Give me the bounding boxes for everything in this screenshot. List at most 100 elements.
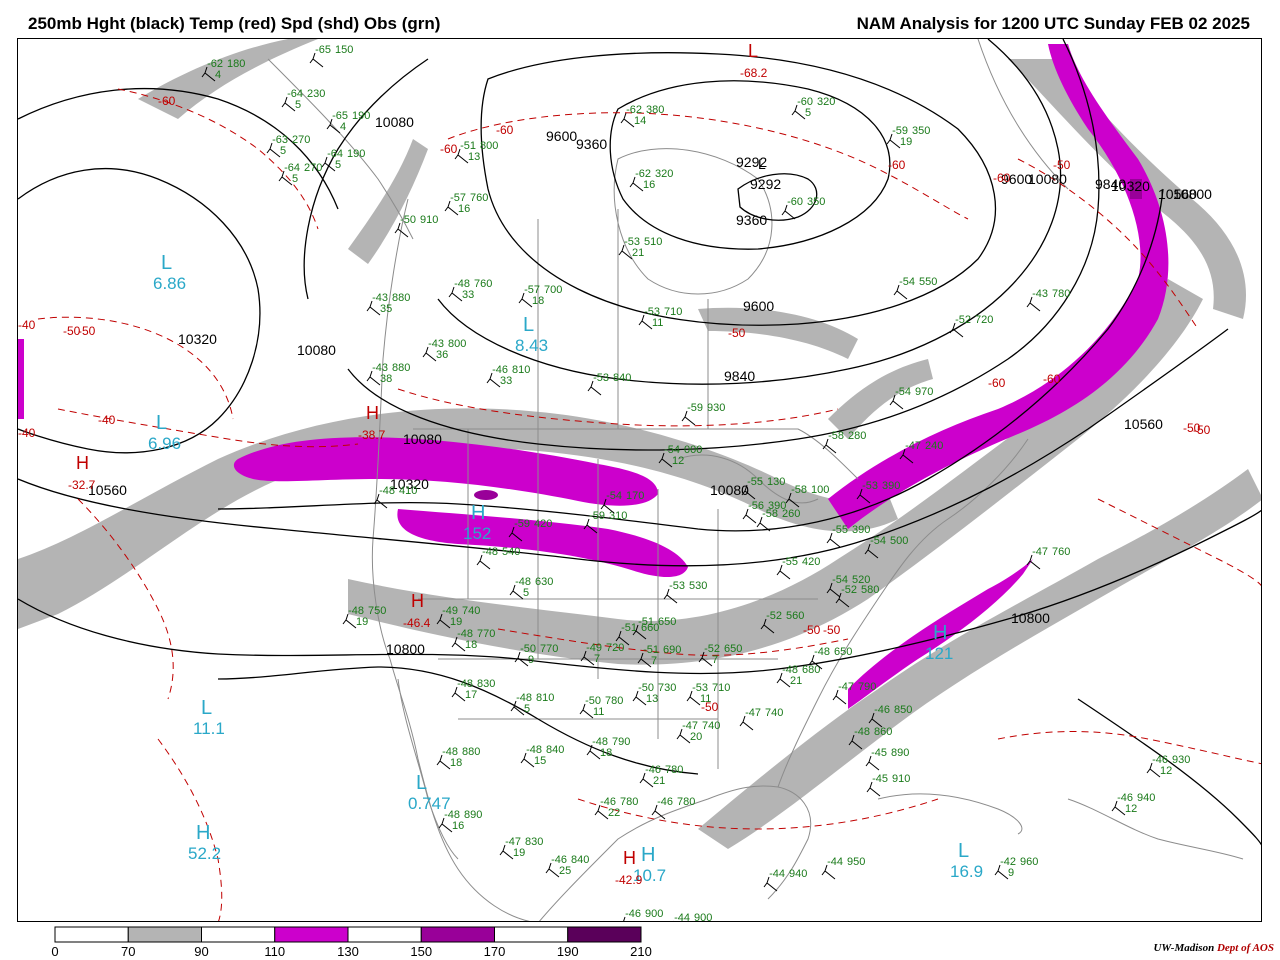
station-height: 890	[891, 747, 909, 759]
temp-label: -50	[1053, 158, 1071, 172]
station-height: 000	[684, 444, 702, 456]
temp-label: -60	[993, 171, 1011, 185]
station-height: 960	[1020, 856, 1038, 868]
station-height: 560	[786, 610, 804, 622]
caribbean-islands	[1067, 798, 1244, 860]
jet-core-pacific-edge	[18, 339, 24, 419]
station-temp: -45	[872, 773, 888, 785]
temp-label: -50	[823, 623, 841, 637]
height-label: 10800	[1011, 610, 1050, 626]
center-value: 121	[925, 644, 953, 663]
height-label: 9840	[724, 368, 755, 384]
station-height: 650	[834, 646, 852, 658]
station-height: 190	[352, 110, 370, 122]
station-temp: -53	[669, 580, 685, 592]
station-height: 840	[546, 744, 564, 756]
station-dewpoint: 5	[335, 159, 341, 171]
station-temp: -47	[1032, 546, 1048, 558]
low-center-letter: L	[416, 772, 427, 794]
station-temp: -47	[905, 440, 921, 452]
station-dewpoint: 18	[600, 747, 612, 759]
station-height: 880	[462, 746, 480, 758]
temp-contour-minus60-west	[117, 88, 319, 230]
low-center-letter: L	[748, 41, 758, 61]
center-value: 6.86	[153, 274, 186, 293]
colorbar-tick-label: 190	[556, 944, 579, 959]
station-height: 720	[606, 642, 624, 654]
station-dewpoint: 18	[532, 295, 544, 307]
station-dewpoint: 11	[700, 693, 711, 705]
station-height: 770	[540, 643, 558, 655]
wind-barb	[673, 920, 674, 921]
station-height: 900	[645, 908, 663, 920]
jet-gray-hudson-band	[698, 307, 858, 359]
colorbar-segment	[347, 926, 422, 943]
station-dewpoint: 19	[900, 136, 912, 148]
high-center-letter: H	[933, 622, 947, 644]
station-dewpoint: 5	[295, 99, 301, 111]
station-temp: -48	[854, 726, 870, 738]
station-temp: -45	[871, 747, 887, 759]
station-height: 710	[664, 306, 682, 318]
colorbar-segment	[127, 926, 202, 943]
station-dewpoint: 18	[465, 639, 477, 651]
colorbar-tick-label: 130	[337, 944, 359, 959]
station-dewpoint: 9	[528, 654, 534, 666]
station-height: 380	[646, 104, 664, 116]
station-height: 240	[925, 440, 943, 452]
station-dewpoint: 19	[513, 847, 525, 859]
height-label: 10800	[386, 641, 425, 657]
credit-org: UW-Madison	[1153, 942, 1215, 954]
station-dewpoint: 7	[712, 654, 718, 666]
station-height: 650	[724, 643, 742, 655]
station-temp: -52	[766, 610, 782, 622]
station-height: 840	[571, 854, 589, 866]
station-height: 760	[470, 192, 488, 204]
station-temp: -53	[862, 480, 878, 492]
station-temp: -44	[769, 868, 785, 880]
station-dewpoint: 11	[652, 317, 663, 329]
station-dewpoint: 5	[280, 145, 286, 157]
station-height: 810	[536, 692, 554, 704]
station-height: 760	[1052, 546, 1070, 558]
station-temp: -44	[827, 856, 843, 868]
height-label: 10080	[403, 431, 442, 447]
station-height: 720	[975, 314, 993, 326]
credit-dept: Dept of AOS	[1216, 942, 1274, 954]
station-height: 740	[765, 707, 783, 719]
high-center-letter: H	[641, 844, 655, 866]
colorbar-tick-label: 150	[410, 944, 433, 959]
station-height: 930	[707, 402, 725, 414]
height-label: 9360	[576, 136, 607, 152]
height-label: 10080	[375, 114, 414, 130]
station-temp: -47	[838, 681, 854, 693]
colorbar-segment	[420, 926, 495, 943]
station-temp: -50	[400, 214, 416, 226]
colorbar-segment	[567, 926, 642, 943]
station-height: 800	[448, 338, 466, 350]
station-temp: -52	[955, 314, 971, 326]
temp-label: -60	[496, 123, 514, 137]
station-height: 230	[307, 88, 325, 100]
high-center-letter: H	[196, 822, 210, 844]
station-height: 130	[767, 476, 785, 488]
low-center-letter: L	[201, 697, 212, 719]
temp-label: -60	[440, 142, 458, 156]
colorbar-segment	[494, 926, 569, 943]
station-height: 190	[347, 148, 365, 160]
station-height: 100	[811, 484, 829, 496]
station-height: 180	[227, 58, 245, 70]
station-height: 940	[1137, 792, 1155, 804]
center-value: -46.4	[403, 616, 431, 630]
station-height: 830	[477, 678, 495, 690]
station-temp: -53	[593, 372, 609, 384]
colorbar-segment	[201, 926, 276, 943]
station-height: 270	[304, 162, 322, 174]
height-label: 9840	[1095, 176, 1126, 192]
analysis-time: NAM Analysis for 1200 UTC Sunday FEB 02 …	[856, 14, 1250, 33]
temp-label: -50	[728, 326, 746, 340]
station-dewpoint: 4	[340, 121, 346, 133]
station-height: 280	[848, 430, 866, 442]
temp-label: -40	[98, 413, 116, 427]
station-temp: -46	[625, 908, 641, 920]
